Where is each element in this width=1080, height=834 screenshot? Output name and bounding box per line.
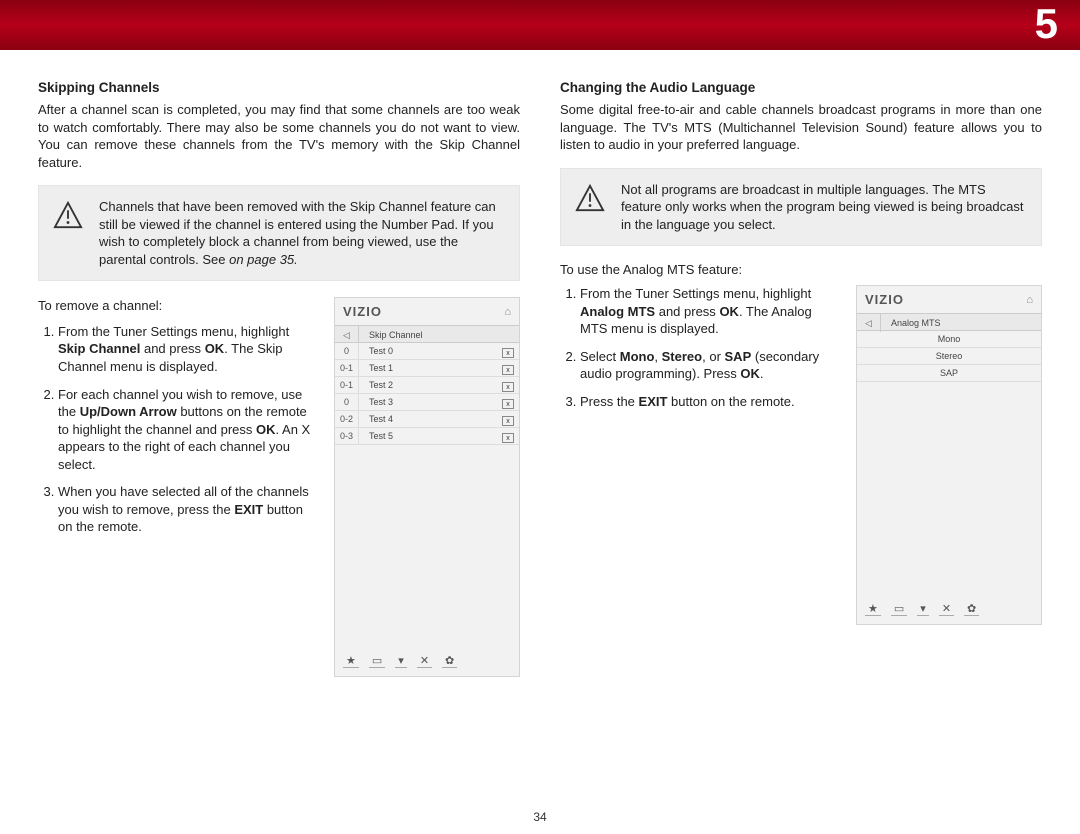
step-1-right: From the Tuner Settings menu, highlight … bbox=[580, 285, 842, 338]
page-number: 34 bbox=[0, 810, 1080, 824]
x-icon: ✕ bbox=[417, 654, 432, 668]
step-2-left: For each channel you wish to remove, use… bbox=[58, 386, 320, 474]
step-text: , or bbox=[702, 349, 724, 364]
step-bold: OK bbox=[205, 341, 225, 356]
v-icon: ▾ bbox=[917, 602, 929, 616]
lead-in-left: To remove a channel: bbox=[38, 297, 320, 315]
channel-row: 0-1Test 1x bbox=[335, 360, 519, 377]
step-bold: Stereo bbox=[662, 349, 702, 364]
right-column: Changing the Audio Language Some digital… bbox=[560, 80, 1042, 677]
option-row: SAP bbox=[857, 365, 1041, 382]
channel-row: 0Test 0x bbox=[335, 343, 519, 360]
step-1-left: From the Tuner Settings menu, highlight … bbox=[58, 323, 320, 376]
left-column: Skipping Channels After a channel scan i… bbox=[38, 80, 520, 677]
cc-icon: ▭ bbox=[891, 602, 907, 616]
star-icon: ★ bbox=[343, 654, 359, 668]
instruction-row-right: From the Tuner Settings menu, highlight … bbox=[560, 285, 1042, 625]
screen-title: Analog MTS bbox=[881, 314, 1041, 332]
steps-left: From the Tuner Settings menu, highlight … bbox=[38, 323, 320, 536]
note-ref-left: on page 35. bbox=[229, 252, 298, 267]
screen-header: VIZIO ⌂ bbox=[857, 286, 1041, 313]
warning-icon bbox=[575, 183, 605, 213]
step-text: . bbox=[760, 366, 764, 381]
mock-screen-analog-mts: VIZIO ⌂ ◁ Analog MTS MonoStereoSAP ★ ▭ ▾… bbox=[856, 285, 1042, 625]
option-row: Stereo bbox=[857, 348, 1041, 365]
option-row: Mono bbox=[857, 331, 1041, 348]
step-bold: OK bbox=[740, 366, 760, 381]
gear-icon: ✿ bbox=[442, 654, 457, 668]
channel-row: 0Test 3x bbox=[335, 394, 519, 411]
step-text: From the Tuner Settings menu, highlight bbox=[58, 324, 289, 339]
step-2-right: Select Mono, Stereo, or SAP (secondary a… bbox=[580, 348, 842, 383]
step-bold: OK bbox=[256, 422, 276, 437]
screen-footer: ★ ▭ ▾ ✕ ✿ bbox=[857, 596, 1041, 624]
step-3-left: When you have selected all of the channe… bbox=[58, 483, 320, 536]
heading-audio-language: Changing the Audio Language bbox=[560, 80, 1042, 95]
warning-icon bbox=[53, 200, 83, 230]
screen-title-row: ◁ Skip Channel bbox=[335, 325, 519, 343]
option-rows: MonoStereoSAP bbox=[857, 331, 1041, 382]
intro-right: Some digital free-to-air and cable chann… bbox=[560, 101, 1042, 154]
step-text: , bbox=[654, 349, 661, 364]
page-body: Skipping Channels After a channel scan i… bbox=[0, 50, 1080, 677]
home-icon: ⌂ bbox=[1026, 294, 1033, 306]
steps-right: From the Tuner Settings menu, highlight … bbox=[560, 285, 842, 410]
step-bold: SAP bbox=[725, 349, 752, 364]
instruction-text-left: To remove a channel: From the Tuner Sett… bbox=[38, 297, 320, 546]
v){ -icon: ▾ bbox=[395, 654, 407, 668]
back-icon: ◁ bbox=[335, 326, 359, 344]
header-bar: 5 bbox=[0, 0, 1080, 50]
channel-rows: 0Test 0x0-1Test 1x0-1Test 2x0Test 3x0-2T… bbox=[335, 343, 519, 445]
cc-icon: ▭ bbox=[369, 654, 385, 668]
channel-row: 0-2Test 4x bbox=[335, 411, 519, 428]
screen-footer: ★ ▭ ▾ ✕ ✿ bbox=[335, 648, 519, 676]
screen-title: Skip Channel bbox=[359, 326, 519, 344]
note-text-right: Not all programs are broadcast in multip… bbox=[621, 182, 1024, 232]
lead-in-right: To use the Analog MTS feature: bbox=[560, 262, 1042, 277]
mock-screen-skip-channel: VIZIO ⌂ ◁ Skip Channel 0Test 0x0-1Test 1… bbox=[334, 297, 520, 677]
section-number: 5 bbox=[1035, 3, 1058, 45]
heading-skipping-channels: Skipping Channels bbox=[38, 80, 520, 95]
step-text: and press bbox=[655, 304, 719, 319]
step-bold: Mono bbox=[620, 349, 655, 364]
back-icon: ◁ bbox=[857, 314, 881, 332]
brand-logo: VIZIO bbox=[343, 304, 382, 319]
screen-header: VIZIO ⌂ bbox=[335, 298, 519, 325]
channel-row: 0-1Test 2x bbox=[335, 377, 519, 394]
home-icon: ⌂ bbox=[504, 306, 511, 318]
step-3-right: Press the EXIT button on the remote. bbox=[580, 393, 842, 411]
step-bold: Skip Channel bbox=[58, 341, 140, 356]
step-bold: Analog MTS bbox=[580, 304, 655, 319]
screen-title-row: ◁ Analog MTS bbox=[857, 313, 1041, 331]
step-text: Press the bbox=[580, 394, 639, 409]
instruction-text-right: From the Tuner Settings menu, highlight … bbox=[560, 285, 842, 420]
step-text: button on the remote. bbox=[667, 394, 794, 409]
step-bold: EXIT bbox=[234, 502, 263, 517]
note-box-left: Channels that have been removed with the… bbox=[38, 185, 520, 281]
note-box-right: Not all programs are broadcast in multip… bbox=[560, 168, 1042, 247]
step-bold: EXIT bbox=[639, 394, 668, 409]
step-bold: OK bbox=[719, 304, 739, 319]
step-text: From the Tuner Settings menu, highlight bbox=[580, 286, 811, 301]
instruction-row-left: To remove a channel: From the Tuner Sett… bbox=[38, 297, 520, 677]
brand-logo: VIZIO bbox=[865, 292, 904, 307]
intro-left: After a channel scan is completed, you m… bbox=[38, 101, 520, 171]
star-icon: ★ bbox=[865, 602, 881, 616]
x-icon: ✕ bbox=[939, 602, 954, 616]
channel-row: 0-3Test 5x bbox=[335, 428, 519, 445]
step-text: and press bbox=[140, 341, 204, 356]
gear-icon: ✿ bbox=[964, 602, 979, 616]
step-bold: Up/Down Arrow bbox=[80, 404, 177, 419]
step-text: Select bbox=[580, 349, 620, 364]
